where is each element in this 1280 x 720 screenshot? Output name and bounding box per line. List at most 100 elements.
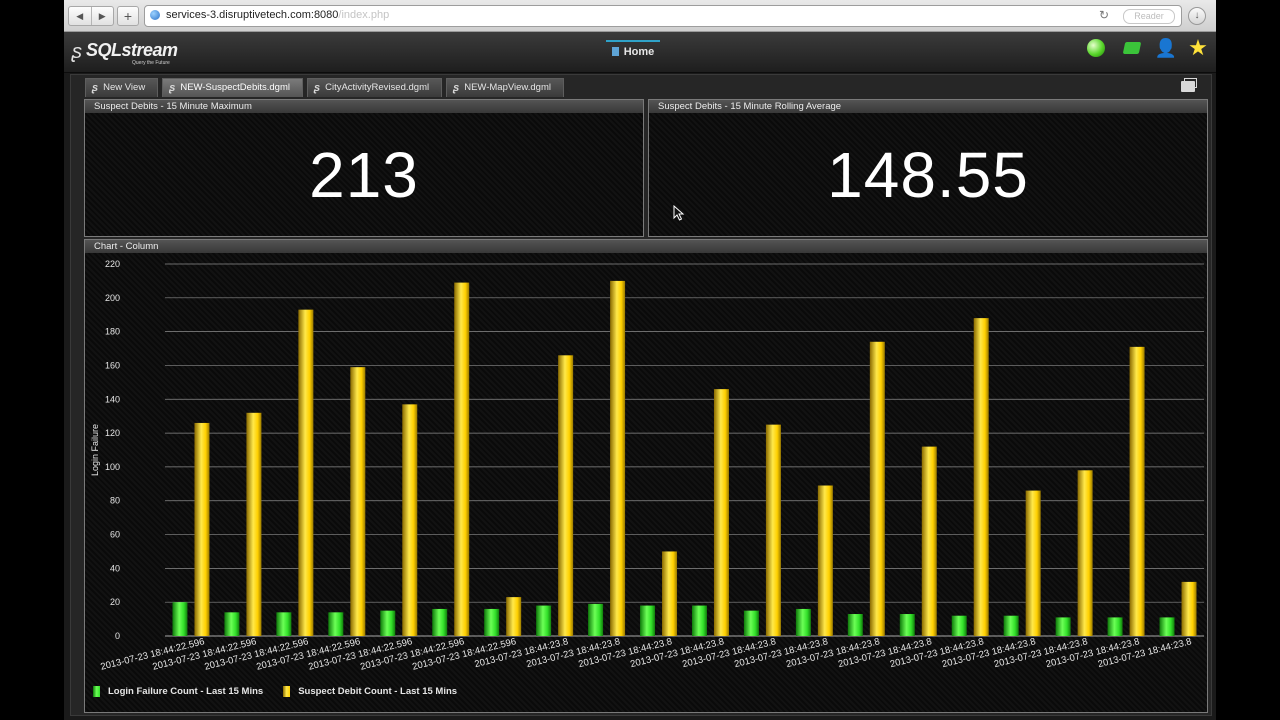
bar-login-failure[interactable] bbox=[536, 605, 552, 636]
screen: ◀ ▶ + services-3.disruptivetech.com:8080… bbox=[64, 0, 1216, 720]
bar-login-failure[interactable] bbox=[847, 614, 863, 636]
logo-mark-icon: ʂ bbox=[72, 41, 82, 63]
tab-new-mapview[interactable]: ʂ NEW-MapView.dgml bbox=[446, 78, 564, 97]
panel-title: Suspect Debits - 15 Minute Maximum bbox=[85, 100, 643, 113]
logo-tagline: Query the Future bbox=[132, 60, 170, 66]
star-icon[interactable]: ★ bbox=[1186, 36, 1210, 60]
header-icons: 👤 ★ bbox=[1084, 36, 1214, 68]
bar-suspect-debit[interactable] bbox=[454, 282, 470, 636]
new-tab-button[interactable]: + bbox=[117, 6, 139, 26]
bar-login-failure[interactable] bbox=[276, 612, 292, 636]
panel-15-minute-maximum: Suspect Debits - 15 Minute Maximum 213 bbox=[84, 99, 644, 237]
tab-cityactivityrevised[interactable]: ʂ CityActivityRevised.dgml bbox=[306, 78, 443, 97]
y-tick-label: 220 bbox=[105, 259, 120, 269]
mouse-cursor-icon bbox=[673, 205, 685, 221]
y-tick-label: 80 bbox=[110, 496, 120, 506]
y-tick-label: 200 bbox=[105, 293, 120, 303]
bar-suspect-debit[interactable] bbox=[1181, 581, 1197, 636]
bar-suspect-debit[interactable] bbox=[1129, 346, 1145, 636]
document-icon bbox=[611, 47, 619, 56]
bar-suspect-debit[interactable] bbox=[662, 551, 678, 636]
bar-login-failure[interactable] bbox=[328, 612, 344, 636]
card-icon[interactable] bbox=[1120, 36, 1144, 60]
bar-login-failure[interactable] bbox=[899, 614, 915, 636]
restore-window-icon[interactable] bbox=[1181, 78, 1197, 92]
y-tick-label: 160 bbox=[105, 360, 120, 370]
bar-suspect-debit[interactable] bbox=[921, 446, 937, 636]
url-host: services-3.disruptivetech.com:8080 bbox=[166, 9, 339, 21]
reload-icon[interactable]: ↻ bbox=[1099, 8, 1109, 22]
bar-suspect-debit[interactable] bbox=[973, 318, 989, 636]
y-axis-label: Login Failure bbox=[90, 424, 100, 476]
panel-15-minute-rolling-average: Suspect Debits - 15 Minute Rolling Avera… bbox=[648, 99, 1208, 237]
view-icon: ʂ bbox=[92, 82, 99, 94]
view-tabs: ʂ New View ʂ NEW-SuspectDebits.dgml ʂ CityA… bbox=[85, 78, 568, 97]
bar-login-failure[interactable] bbox=[1055, 617, 1071, 636]
bar-login-failure[interactable] bbox=[1107, 617, 1123, 636]
status-orb-icon[interactable] bbox=[1084, 36, 1108, 60]
dashboard-workspace: ʂ New View ʂ NEW-SuspectDebits.dgml ʂ CityA… bbox=[70, 74, 1212, 716]
y-tick-label: 20 bbox=[110, 597, 120, 607]
tab-new-suspectdebits[interactable]: ʂ NEW-SuspectDebits.dgml bbox=[162, 78, 303, 97]
y-tick-label: 40 bbox=[110, 563, 120, 573]
bar-suspect-debit[interactable] bbox=[765, 424, 781, 636]
bar-login-failure[interactable] bbox=[172, 602, 188, 636]
max-value: 213 bbox=[309, 139, 419, 211]
tab-new-view[interactable]: ʂ New View bbox=[85, 78, 159, 97]
bar-suspect-debit[interactable] bbox=[1025, 490, 1041, 636]
tab-label: CityActivityRevised.dgml bbox=[325, 82, 430, 93]
panel-chart-column: Chart - Column Login Failure 0 20 40 60 … bbox=[84, 239, 1208, 713]
bar-suspect-debit[interactable] bbox=[506, 597, 522, 636]
bar-suspect-debit[interactable] bbox=[194, 422, 210, 636]
view-icon: ʂ bbox=[169, 82, 176, 94]
bar-suspect-debit[interactable] bbox=[610, 280, 626, 636]
panel-title: Suspect Debits - 15 Minute Rolling Avera… bbox=[649, 100, 1207, 113]
forward-icon[interactable]: ▶ bbox=[90, 7, 114, 25]
home-tab[interactable]: Home bbox=[606, 40, 660, 66]
bar-suspect-debit[interactable] bbox=[558, 355, 574, 636]
bar-login-failure[interactable] bbox=[484, 608, 500, 636]
bar-login-failure[interactable] bbox=[640, 605, 656, 636]
bar-login-failure[interactable] bbox=[432, 608, 448, 636]
user-icon[interactable]: 👤 bbox=[1154, 36, 1178, 60]
globe-icon bbox=[150, 10, 160, 20]
chart-legend: Login Failure Count - Last 15 Mins Suspe… bbox=[93, 686, 477, 697]
legend-item-login-failure[interactable]: Login Failure Count - Last 15 Mins bbox=[93, 686, 263, 697]
bar-login-failure[interactable] bbox=[1159, 617, 1175, 636]
browser-toolbar: ◀ ▶ + services-3.disruptivetech.com:8080… bbox=[64, 0, 1216, 32]
bar-suspect-debit[interactable] bbox=[350, 367, 366, 636]
panel-title: Chart - Column bbox=[85, 240, 1207, 253]
y-tick-label: 0 bbox=[115, 631, 120, 641]
bar-login-failure[interactable] bbox=[951, 615, 967, 636]
legend-label: Suspect Debit Count - Last 15 Mins bbox=[298, 686, 458, 697]
bar-login-failure[interactable] bbox=[691, 605, 707, 636]
bar-suspect-debit[interactable] bbox=[246, 412, 262, 636]
downloads-icon[interactable]: ↓ bbox=[1188, 7, 1206, 25]
bar-suspect-debit[interactable] bbox=[817, 485, 833, 636]
address-bar[interactable]: services-3.disruptivetech.com:8080/index… bbox=[144, 5, 1182, 27]
y-tick-label: 120 bbox=[105, 428, 120, 438]
reader-button[interactable]: Reader bbox=[1123, 9, 1175, 24]
tab-label: NEW-SuspectDebits.dgml bbox=[180, 82, 290, 93]
average-value: 148.55 bbox=[827, 139, 1029, 211]
bar-suspect-debit[interactable] bbox=[869, 341, 885, 636]
view-icon: ʂ bbox=[453, 82, 460, 94]
bar-login-failure[interactable] bbox=[1003, 615, 1019, 636]
app-header: ʂ SQLstream Query the Future Home 👤 ★ bbox=[64, 32, 1216, 73]
back-icon[interactable]: ◀ bbox=[69, 7, 91, 25]
legend-item-suspect-debit[interactable]: Suspect Debit Count - Last 15 Mins bbox=[283, 686, 457, 697]
bar-suspect-debit[interactable] bbox=[713, 389, 729, 636]
bar-login-failure[interactable] bbox=[795, 608, 811, 636]
bar-login-failure[interactable] bbox=[224, 612, 240, 636]
bar-suspect-debit[interactable] bbox=[298, 309, 314, 636]
column-chart: Login Failure 0 20 40 60 80 100 120 140 160 180 20… bbox=[90, 259, 1204, 673]
bar-login-failure[interactable] bbox=[380, 610, 396, 636]
y-tick-label: 180 bbox=[105, 327, 120, 337]
view-icon: ʂ bbox=[313, 82, 321, 94]
bar-login-failure[interactable] bbox=[588, 603, 604, 636]
bar-suspect-debit[interactable] bbox=[1077, 470, 1093, 636]
bar-suspect-debit[interactable] bbox=[402, 404, 418, 636]
legend-label: Login Failure Count - Last 15 Mins bbox=[108, 686, 264, 697]
y-tick-label: 140 bbox=[105, 394, 120, 404]
bar-login-failure[interactable] bbox=[743, 610, 759, 636]
